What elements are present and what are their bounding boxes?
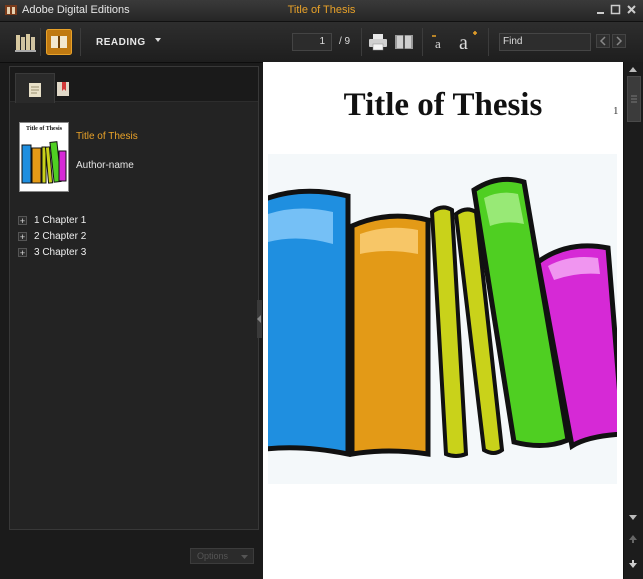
panel-tabs xyxy=(10,67,258,103)
expand-icon[interactable]: + xyxy=(18,247,27,257)
toc-item-label[interactable]: 2 Chapter 2 xyxy=(34,231,86,242)
toc-item[interactable]: + 2 Chapter 2 xyxy=(18,229,86,243)
panel-splitter-handle[interactable] xyxy=(257,300,262,338)
document-icon xyxy=(29,83,41,97)
toc-item-label[interactable]: 1 Chapter 1 xyxy=(34,215,86,226)
document-title: Title of Thesis xyxy=(287,4,356,16)
find-previous-icon[interactable] xyxy=(596,34,610,48)
scrollbar-thumb[interactable] xyxy=(627,76,641,122)
find-input[interactable]: Find xyxy=(499,33,591,51)
options-button[interactable]: Options xyxy=(190,548,254,564)
toolbar-divider xyxy=(361,28,362,56)
book-cover-thumbnail[interactable]: Title of Thesis xyxy=(19,122,69,192)
scroll-down-icon[interactable] xyxy=(628,514,638,522)
library-icon[interactable] xyxy=(15,32,37,52)
decrease-font-icon[interactable]: a xyxy=(430,32,450,52)
book-title-link[interactable]: Title of Thesis xyxy=(76,131,138,142)
print-icon[interactable] xyxy=(368,33,388,51)
navigation-panel: Title of Thesis Title of Thesis Author-n… xyxy=(9,66,259,530)
page-total-label: / 9 xyxy=(339,36,351,47)
find-next-icon[interactable] xyxy=(612,34,626,48)
title-bar: Adobe Digital Editions Title of Thesis xyxy=(0,0,643,22)
toolbar-divider xyxy=(80,28,81,56)
scroll-up-icon[interactable] xyxy=(628,65,638,73)
toolbar-divider xyxy=(488,28,489,56)
increase-font-icon[interactable]: a xyxy=(456,29,480,53)
chevron-down-icon xyxy=(241,555,248,559)
page-view: Title of Thesis 1 xyxy=(263,62,623,579)
page-number-input[interactable]: 1 xyxy=(292,33,332,51)
cover-caption: Title of Thesis xyxy=(25,126,63,132)
maximize-icon[interactable] xyxy=(609,3,622,16)
author-name: Author-name xyxy=(76,160,134,171)
previous-page-icon[interactable] xyxy=(628,534,638,544)
grip-icon xyxy=(631,95,637,103)
toc-item[interactable]: + 3 Chapter 3 xyxy=(18,245,86,259)
vertical-scrollbar[interactable] xyxy=(623,62,643,579)
toolbar-divider xyxy=(422,28,423,56)
close-icon[interactable] xyxy=(625,3,638,16)
chevron-down-icon[interactable] xyxy=(154,36,162,44)
page-heading: Title of Thesis xyxy=(343,87,543,123)
view-mode-label[interactable]: READING xyxy=(96,37,146,48)
svg-text:a: a xyxy=(459,32,468,53)
expand-icon[interactable]: + xyxy=(18,231,27,241)
bookmark-page-icon[interactable] xyxy=(394,33,414,51)
bookmarks-icon[interactable] xyxy=(56,81,70,97)
books-illustration xyxy=(268,154,617,484)
svg-text:a: a xyxy=(435,36,441,51)
page-number: 1 xyxy=(613,105,619,117)
books-illustration-icon xyxy=(21,141,67,184)
minimize-icon[interactable] xyxy=(594,3,607,16)
tab-table-of-contents[interactable] xyxy=(15,73,55,103)
toolbar: READING 1 / 9 a a Find xyxy=(0,22,643,63)
toolbar-divider xyxy=(40,28,41,56)
toc-item-label[interactable]: 3 Chapter 3 xyxy=(34,247,86,258)
toc-item[interactable]: + 1 Chapter 1 xyxy=(18,213,86,227)
collapse-arrow-icon xyxy=(257,315,261,323)
next-page-icon[interactable] xyxy=(628,559,638,569)
reading-view-icon[interactable] xyxy=(46,29,72,55)
options-label: Options xyxy=(197,551,229,561)
expand-icon[interactable]: + xyxy=(18,215,27,225)
